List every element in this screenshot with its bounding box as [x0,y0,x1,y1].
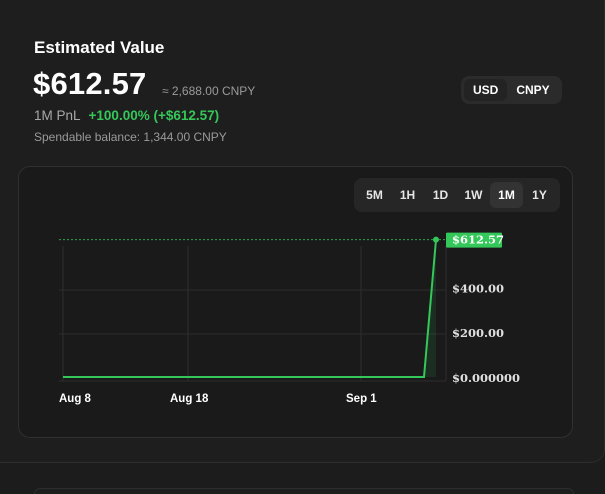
y-tick-label: $400.00 [452,281,504,295]
series-endpoint [433,236,439,243]
value-chart: $612.57 $0.000000 $200.00 $400.00 Aug 8 Aug 1… [59,232,520,405]
y-tick-label: $0.000000 [452,371,520,385]
y-tick-label: $200.00 [452,326,504,340]
next-card [34,488,574,494]
series-line [63,239,437,378]
x-tick-label: Aug 8 [59,393,92,405]
current-value-label: $612.57 [452,233,504,247]
x-tick-label: Aug 18 [170,393,209,405]
estimated-value-card: Estimated Value $612.57 ≈ 2,688.00 CNPY … [0,0,605,463]
x-tick-label: Sep 1 [346,393,377,405]
